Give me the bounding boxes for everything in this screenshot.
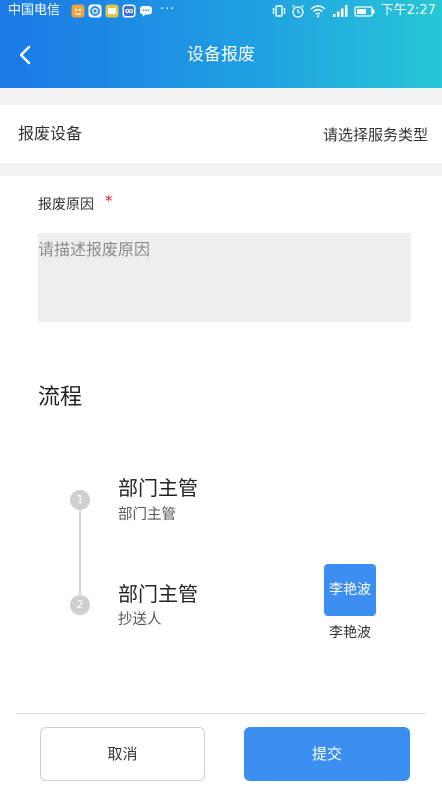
cancel-button[interactable]: 取消 <box>40 727 205 781</box>
cc-person-name: 李艳波 <box>329 625 371 641</box>
service-type-selector[interactable]: 请选择服务类型 <box>323 125 428 145</box>
app-screen: 中国电信 ··· 下午2:27 设备报废 报废设备 请选择服务类型 报废原因 *… <box>0 0 442 792</box>
process-title: 流程 <box>38 385 83 410</box>
submit-button[interactable]: 提交 <box>244 727 410 781</box>
timeline-line <box>79 500 81 605</box>
equipment-label: 报废设备 <box>18 124 83 143</box>
vibrate-icon <box>272 5 285 17</box>
status-time: 下午2:27 <box>380 3 436 18</box>
step-role: 部门主管 <box>118 507 176 523</box>
step-approver-title: 部门主管 <box>118 582 198 606</box>
page-title: 设备报废 <box>187 45 255 65</box>
wifi-icon <box>310 5 326 18</box>
notification-icons <box>71 4 153 18</box>
cell-signal-icon <box>332 5 348 17</box>
reason-label: 报废原因 <box>38 197 94 213</box>
status-bar: 中国电信 ··· 下午2:27 <box>0 0 442 22</box>
section-divider-band <box>0 88 442 105</box>
section-divider-band <box>0 163 442 176</box>
step-approver-title: 部门主管 <box>118 476 198 500</box>
navigation-bar: 设备报废 <box>0 22 442 88</box>
chat-notification-icon <box>139 4 153 18</box>
cc-person-avatar[interactable]: 李艳波 <box>324 564 376 616</box>
system-status-icons: 下午2:27 <box>272 3 436 19</box>
step-number-badge: 1 <box>70 490 90 510</box>
header: 中国电信 ··· 下午2:27 设备报废 <box>0 0 442 88</box>
step-role: 抄送人 <box>118 612 162 628</box>
required-asterisk: * <box>105 192 113 210</box>
alarm-icon <box>291 5 304 18</box>
battery-icon <box>354 6 375 17</box>
app-notification-icon <box>71 4 85 18</box>
app-store-notification-icon <box>122 4 136 18</box>
message-notification-icon <box>105 4 119 18</box>
reason-input[interactable] <box>38 233 411 322</box>
equipment-type-row[interactable]: 报废设备 请选择服务类型 <box>0 105 442 163</box>
step-number-badge: 2 <box>70 595 90 615</box>
carrier-name: 中国电信 <box>8 3 61 18</box>
footer-divider <box>16 713 426 714</box>
more-notifications-indicator: ··· <box>160 2 176 17</box>
browser-notification-icon <box>88 4 102 18</box>
